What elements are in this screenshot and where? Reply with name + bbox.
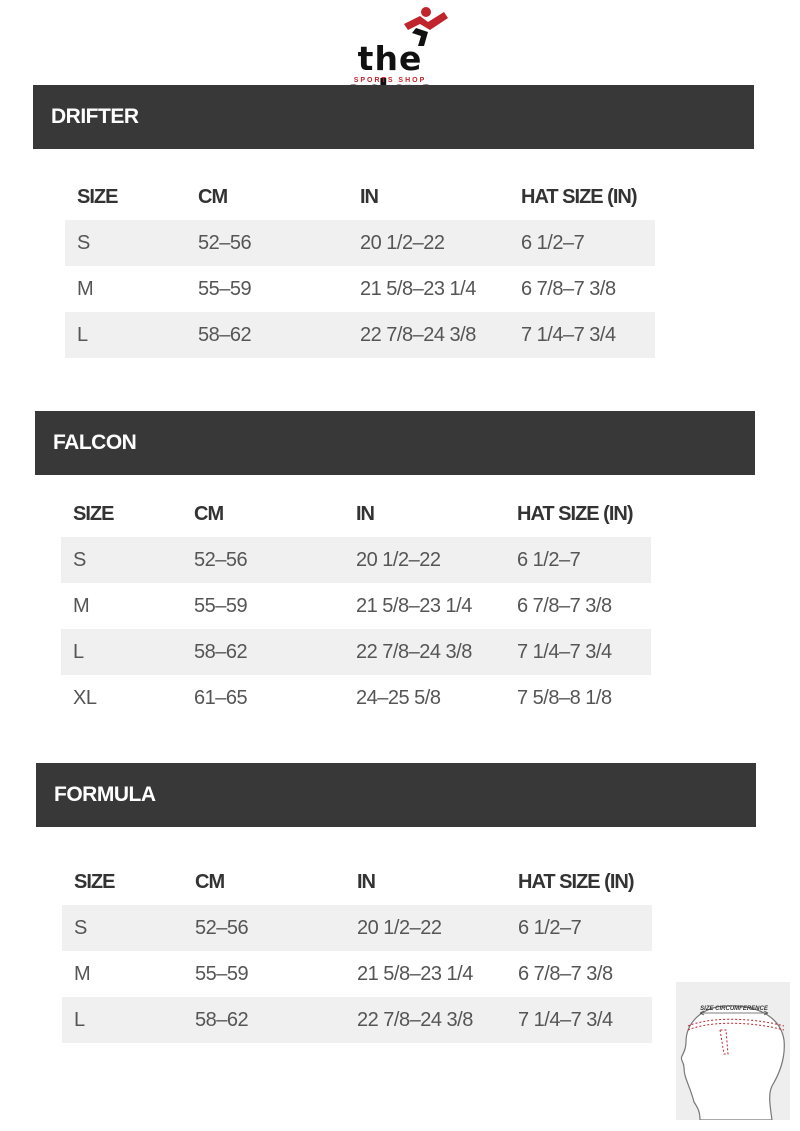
hat-size-cell: 6 7/8–7 3/8 xyxy=(521,278,616,300)
hat-size-cell: 6 1/2–7 xyxy=(518,917,582,939)
in-cell: 22 7/8–24 3/8 xyxy=(357,1009,473,1031)
size-cell: S xyxy=(77,232,90,254)
table-row: M 55–59 21 5/8–23 1/4 6 7/8–7 3/8 xyxy=(65,266,655,312)
column-header-cm: CM xyxy=(195,871,225,893)
cm-cell: 61–65 xyxy=(194,687,248,709)
table-row: XL 61–65 24–25 5/8 7 5/8–8 1/8 xyxy=(61,675,651,721)
in-cell: 21 5/8–23 1/4 xyxy=(357,963,473,985)
size-table-falcon: SIZE CM IN HAT SIZE (IN) S 52–56 20 1/2–… xyxy=(61,491,651,721)
size-cell: M xyxy=(73,595,90,617)
in-cell: 20 1/2–22 xyxy=(356,549,441,571)
column-header-size: SIZE xyxy=(77,186,118,208)
size-cell: M xyxy=(74,963,91,985)
section-header-falcon: FALCON xyxy=(35,411,755,475)
column-header-hat-size: HAT SIZE (IN) xyxy=(517,503,634,525)
hat-size-cell: 6 1/2–7 xyxy=(521,232,585,254)
column-header-in: IN xyxy=(360,186,379,208)
table-row: M 55–59 21 5/8–23 1/4 6 7/8–7 3/8 xyxy=(62,951,652,997)
table-row: L 58–62 22 7/8–24 3/8 7 1/4–7 3/4 xyxy=(61,629,651,675)
table-header-row: SIZE CM IN HAT SIZE (IN) xyxy=(62,859,652,905)
hat-size-cell: 7 1/4–7 3/4 xyxy=(518,1009,613,1031)
table-header-row: SIZE CM IN HAT SIZE (IN) xyxy=(61,491,651,537)
cm-cell: 52–56 xyxy=(198,232,252,254)
cm-cell: 55–59 xyxy=(194,595,248,617)
in-cell: 20 1/2–22 xyxy=(357,917,442,939)
in-cell: 22 7/8–24 3/8 xyxy=(360,324,476,346)
table-row: S 52–56 20 1/2–22 6 1/2–7 xyxy=(62,905,652,951)
table-row: L 58–62 22 7/8–24 3/8 7 1/4–7 3/4 xyxy=(65,312,655,358)
size-cell: L xyxy=(77,324,88,346)
in-cell: 21 5/8–23 1/4 xyxy=(360,278,476,300)
cm-cell: 55–59 xyxy=(198,278,252,300)
cm-cell: 55–59 xyxy=(195,963,249,985)
hat-size-cell: 7 1/4–7 3/4 xyxy=(517,641,612,663)
column-header-hat-size: HAT SIZE (IN) xyxy=(521,186,638,208)
hat-size-cell: 7 1/4–7 3/4 xyxy=(521,324,616,346)
cm-cell: 58–62 xyxy=(198,324,252,346)
in-cell: 24–25 5/8 xyxy=(356,687,441,709)
table-header-row: SIZE CM IN HAT SIZE (IN) xyxy=(65,174,655,220)
in-cell: 20 1/2–22 xyxy=(360,232,445,254)
hat-size-cell: 6 7/8–7 3/8 xyxy=(517,595,612,617)
table-row: L 58–62 22 7/8–24 3/8 7 1/4–7 3/4 xyxy=(62,997,652,1043)
size-cell: S xyxy=(73,549,86,571)
size-cell: XL xyxy=(73,687,97,709)
head-measurement-icon: SIZE CIRCUMFERENCE xyxy=(676,982,790,1120)
cm-cell: 52–56 xyxy=(195,917,249,939)
cm-cell: 52–56 xyxy=(194,549,248,571)
cm-cell: 58–62 xyxy=(195,1009,249,1031)
column-header-size: SIZE xyxy=(73,503,114,525)
column-header-in: IN xyxy=(357,871,376,893)
size-cell: L xyxy=(74,1009,85,1031)
column-header-size: SIZE xyxy=(74,871,115,893)
column-header-hat-size: HAT SIZE (IN) xyxy=(518,871,635,893)
size-circumference-label: SIZE CIRCUMFERENCE xyxy=(700,1006,769,1012)
cm-cell: 58–62 xyxy=(194,641,248,663)
hat-size-cell: 7 5/8–8 1/8 xyxy=(517,687,612,709)
in-cell: 22 7/8–24 3/8 xyxy=(356,641,472,663)
column-header-in: IN xyxy=(356,503,375,525)
column-header-cm: CM xyxy=(194,503,224,525)
size-cell: S xyxy=(74,917,87,939)
hat-size-cell: 6 7/8–7 3/8 xyxy=(518,963,613,985)
in-cell: 21 5/8–23 1/4 xyxy=(356,595,472,617)
brand-logo: the edge SPORTS SHOP xyxy=(300,6,480,108)
table-row: S 52–56 20 1/2–22 6 1/2–7 xyxy=(65,220,655,266)
table-row: S 52–56 20 1/2–22 6 1/2–7 xyxy=(61,537,651,583)
size-cell: L xyxy=(73,641,84,663)
size-cell: M xyxy=(77,278,94,300)
size-table-drifter: SIZE CM IN HAT SIZE (IN) S 52–56 20 1/2–… xyxy=(65,174,655,358)
brand-tagline: SPORTS SHOP xyxy=(353,77,427,84)
column-header-cm: CM xyxy=(198,186,228,208)
size-table-formula: SIZE CM IN HAT SIZE (IN) S 52–56 20 1/2–… xyxy=(62,859,652,1043)
table-row: M 55–59 21 5/8–23 1/4 6 7/8–7 3/8 xyxy=(61,583,651,629)
hat-size-cell: 6 1/2–7 xyxy=(517,549,581,571)
section-header-formula: FORMULA xyxy=(36,763,756,827)
section-header-drifter: DRIFTER xyxy=(33,85,754,149)
